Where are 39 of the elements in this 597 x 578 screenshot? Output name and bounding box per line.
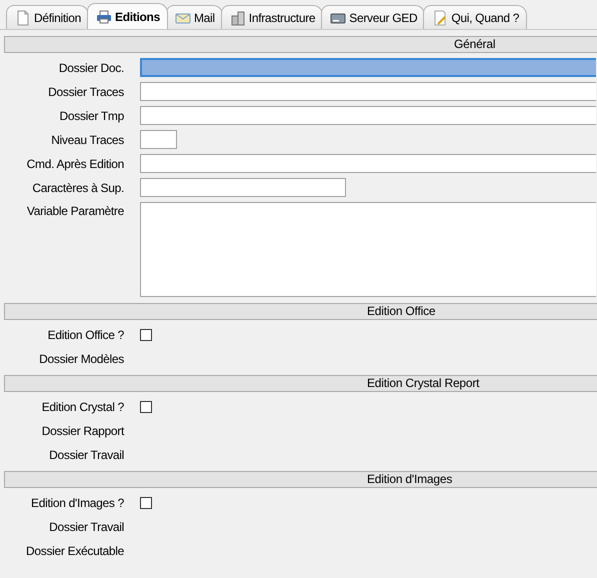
checkbox[interactable]	[140, 401, 152, 413]
field-label: Edition d'Images ?	[30, 495, 124, 512]
text-area[interactable]	[140, 202, 596, 297]
field-label: Variable Paramètre	[26, 203, 124, 220]
field-label: Dossier Tmp	[58, 108, 124, 124]
pencil-document-icon	[432, 10, 448, 26]
field-label: Edition Crystal ?	[40, 399, 124, 416]
tab[interactable]: Qui, Quand ?	[423, 5, 528, 29]
document-icon	[15, 10, 31, 26]
field-label: Edition Office ?	[46, 327, 124, 344]
field-label: Dossier Travail	[48, 447, 124, 464]
input-field[interactable]	[140, 58, 596, 77]
section-header: Général	[4, 36, 597, 53]
input-field[interactable]	[140, 178, 346, 197]
field-label: Dossier Exécutable	[25, 543, 124, 560]
field-label: Dossier Doc.	[58, 60, 124, 76]
field-label: Niveau Traces	[50, 132, 124, 148]
server-icon	[230, 10, 246, 26]
tab[interactable]: Définition	[6, 5, 90, 29]
section-header: Edition d'Images	[4, 471, 597, 488]
input-field[interactable]	[140, 154, 596, 173]
tab[interactable]: Serveur GED	[321, 5, 426, 29]
input-field[interactable]	[140, 130, 177, 149]
tab[interactable]: Editions	[87, 3, 168, 29]
field-label: Caractères à Sup.	[31, 180, 124, 196]
checkbox[interactable]	[140, 497, 152, 509]
section-header: Edition Office	[4, 303, 597, 320]
section-header: Edition Crystal Report	[4, 375, 597, 392]
input-field[interactable]	[140, 82, 596, 101]
tab[interactable]: Infrastructure	[220, 5, 324, 29]
field-label: Cmd. Après Edition	[26, 156, 124, 172]
checkbox[interactable]	[140, 329, 152, 341]
field-label: Dossier Traces	[47, 84, 124, 100]
field-label: Dossier Rapport	[40, 423, 124, 440]
input-field[interactable]	[140, 106, 596, 125]
printer-icon	[96, 8, 112, 24]
field-label: Dossier Modèles	[38, 351, 124, 368]
tab[interactable]: Mail	[166, 5, 223, 29]
field-label: Dossier Travail	[48, 519, 124, 536]
